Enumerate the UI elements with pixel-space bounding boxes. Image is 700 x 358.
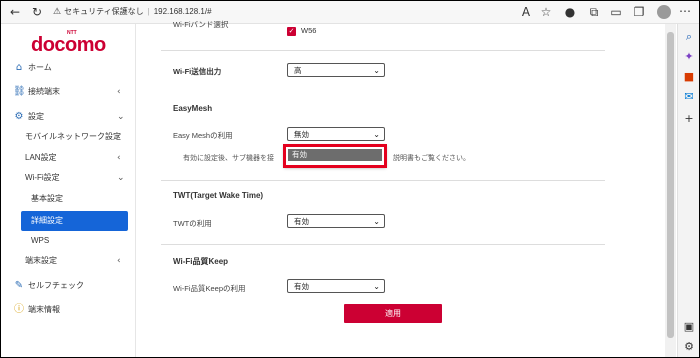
gear-icon[interactable]: ⚙ <box>682 340 696 354</box>
browser-sidebar: ⌕ ✦ ■ ✉ + ▣ ⚙ <box>677 24 699 357</box>
w56-checkbox[interactable]: ✓ <box>287 27 296 36</box>
easymesh-title: EasyMesh <box>173 104 213 113</box>
tx-power-label: Wi-Fi送信出力 <box>173 67 222 76</box>
main-content: Wi-Fiバンド選択 ✓ W56 Wi-Fi送信出力 高 ⌄ EasyMesh … <box>141 20 663 357</box>
sidebar-item-wps[interactable]: WPS <box>1 231 135 251</box>
band-option-row: ✓ W56 <box>141 24 541 40</box>
twt-use-value: 有効 <box>294 217 309 226</box>
puzzle-icon[interactable]: ⧉ <box>586 4 602 20</box>
address-bar[interactable]: ⚠ セキュリティ保護なし | 192.168.128.1/# <box>53 4 503 20</box>
home-icon: ⌂ <box>15 62 23 73</box>
read-aloud-icon[interactable]: A <box>518 4 534 20</box>
divider <box>161 180 605 181</box>
address-separator: | <box>147 7 150 16</box>
collections-icon[interactable]: ❐ <box>631 4 647 20</box>
browser-window: ← ↻ ⚠ セキュリティ保護なし | 192.168.128.1/# A ☆ ● ⧉ … <box>0 0 700 358</box>
tx-power-value: 高 <box>294 66 302 75</box>
twt-use-label: TWTの利用 <box>173 219 212 228</box>
sidebar-item-mobile-network[interactable]: モバイルネットワーク設定 ‹ <box>1 127 135 147</box>
sidebar-item-label: 基本設定 <box>31 194 63 203</box>
sidebar-item-label: ホーム <box>28 63 52 72</box>
easymesh-use-value: 無効 <box>294 130 309 139</box>
more-menu-icon[interactable]: ⋯ <box>679 4 691 18</box>
wifi-keep-use-label: Wi-Fi品質Keepの利用 <box>173 284 246 293</box>
sidebar-item-label: 接続端末 <box>28 87 60 96</box>
logo-mark: NTT <box>67 30 77 36</box>
tx-power-select[interactable]: 高 ⌄ <box>287 63 385 77</box>
chevron-left-icon: ‹ <box>117 132 121 142</box>
sidebar-item-label: WPS <box>31 236 50 245</box>
chevron-down-icon: ⌄ <box>373 282 380 291</box>
chevron-down-icon: ⌄ <box>373 66 380 75</box>
reload-icon[interactable]: ↻ <box>29 4 45 20</box>
favorite-icon[interactable]: ☆ <box>538 4 554 20</box>
search-icon[interactable]: ⌕ <box>682 30 696 44</box>
chevron-left-icon: ‹ <box>117 153 121 163</box>
sidebar-item-label: 詳細設定 <box>31 216 63 225</box>
add-icon[interactable]: + <box>682 112 696 126</box>
easymesh-use-select[interactable]: 無効 ⌄ <box>287 127 385 141</box>
chevron-down-icon: ⌄ <box>117 173 125 183</box>
scrollbar-thumb[interactable] <box>667 32 674 338</box>
profile-avatar[interactable] <box>657 5 671 19</box>
sidebar-item-self-check[interactable]: ✎ セルフチェック <box>1 276 135 296</box>
chevron-down-icon: ⌄ <box>117 112 125 122</box>
wifi-keep-use-select[interactable]: 有効 ⌄ <box>287 279 385 293</box>
sidebar-item-label: LAN設定 <box>25 153 57 162</box>
warning-icon: ⚠ <box>53 7 62 17</box>
outlook-icon[interactable]: ✉ <box>682 90 696 104</box>
sidebar-item-device-settings[interactable]: 端末設定 ‹ <box>1 251 135 271</box>
twt-title: TWT(Target Wake Time) <box>173 191 264 200</box>
annotation-highlight-box <box>283 144 387 168</box>
chevron-down-icon: ⌄ <box>373 217 380 226</box>
sidebar-item-label: モバイルネットワーク設定 <box>25 132 121 141</box>
sidebar-item-home[interactable]: ⌂ ホーム <box>1 58 135 78</box>
twt-use-select[interactable]: 有効 ⌄ <box>287 214 385 228</box>
sidebar-nav: docomo NTT ⌂ ホーム ⛓ 接続端末 ‹ ⚙ 設定 ⌄ モバイルネット… <box>1 24 136 357</box>
sidebar-item-basic-settings[interactable]: 基本設定 <box>1 189 135 209</box>
chevron-left-icon: ‹ <box>117 256 121 266</box>
back-icon[interactable]: ← <box>7 4 23 20</box>
page-scrollbar[interactable] <box>665 24 676 357</box>
sidebar-item-label: 設定 <box>28 112 44 121</box>
docomo-logo: docomo <box>31 34 106 56</box>
wifi-keep-title: Wi-Fi品質Keep <box>173 257 229 266</box>
sidebar-item-label: 端末情報 <box>28 305 60 314</box>
divider <box>161 244 605 245</box>
easymesh-note-left: 有効に設定後、サブ機器を接 <box>183 155 274 162</box>
sidebar-item-label: Wi-Fi設定 <box>25 173 60 182</box>
sidebar-item-settings[interactable]: ⚙ 設定 ⌄ <box>1 107 135 127</box>
sidebar-item-device-info[interactable]: ⓘ 端末情報 <box>1 300 135 320</box>
office-icon[interactable]: ■ <box>682 70 696 84</box>
sidebar-item-advanced-settings[interactable]: 詳細設定 <box>21 211 128 231</box>
sidebar-toggle-icon[interactable]: ▣ <box>682 320 696 334</box>
info-icon: ⓘ <box>14 304 24 315</box>
url-text: 192.168.128.1/# <box>153 7 212 16</box>
apply-button[interactable]: 適用 <box>344 304 442 323</box>
wifi-keep-use-value: 有効 <box>294 282 309 291</box>
easymesh-note-right: 説明書もご覧ください。 <box>393 155 470 162</box>
w56-label: W56 <box>301 26 317 35</box>
extension-icon[interactable]: ● <box>562 4 578 20</box>
split-screen-icon[interactable]: ▭ <box>608 4 624 20</box>
easymesh-use-label: Easy Meshの利用 <box>173 131 233 140</box>
copilot-icon[interactable]: ✦ <box>682 50 696 64</box>
gear-icon: ⚙ <box>14 111 24 122</box>
sidebar-item-lan[interactable]: LAN設定 ‹ <box>1 148 135 168</box>
wrench-icon: ✎ <box>14 280 24 291</box>
sidebar-item-label: 端末設定 <box>25 256 57 265</box>
sidebar-item-wifi[interactable]: Wi-Fi設定 ⌄ <box>1 168 135 188</box>
chevron-down-icon: ⌄ <box>373 130 380 139</box>
network-icon: ⛓ <box>13 86 26 97</box>
sidebar-item-connected-devices[interactable]: ⛓ 接続端末 ‹ <box>1 82 135 102</box>
browser-toolbar: ← ↻ ⚠ セキュリティ保護なし | 192.168.128.1/# A ☆ ● ⧉ … <box>1 1 699 24</box>
sidebar-item-label: セルフチェック <box>28 281 84 290</box>
security-label: セキュリティ保護なし <box>64 7 144 16</box>
divider <box>161 50 605 51</box>
chevron-left-icon: ‹ <box>117 87 121 97</box>
